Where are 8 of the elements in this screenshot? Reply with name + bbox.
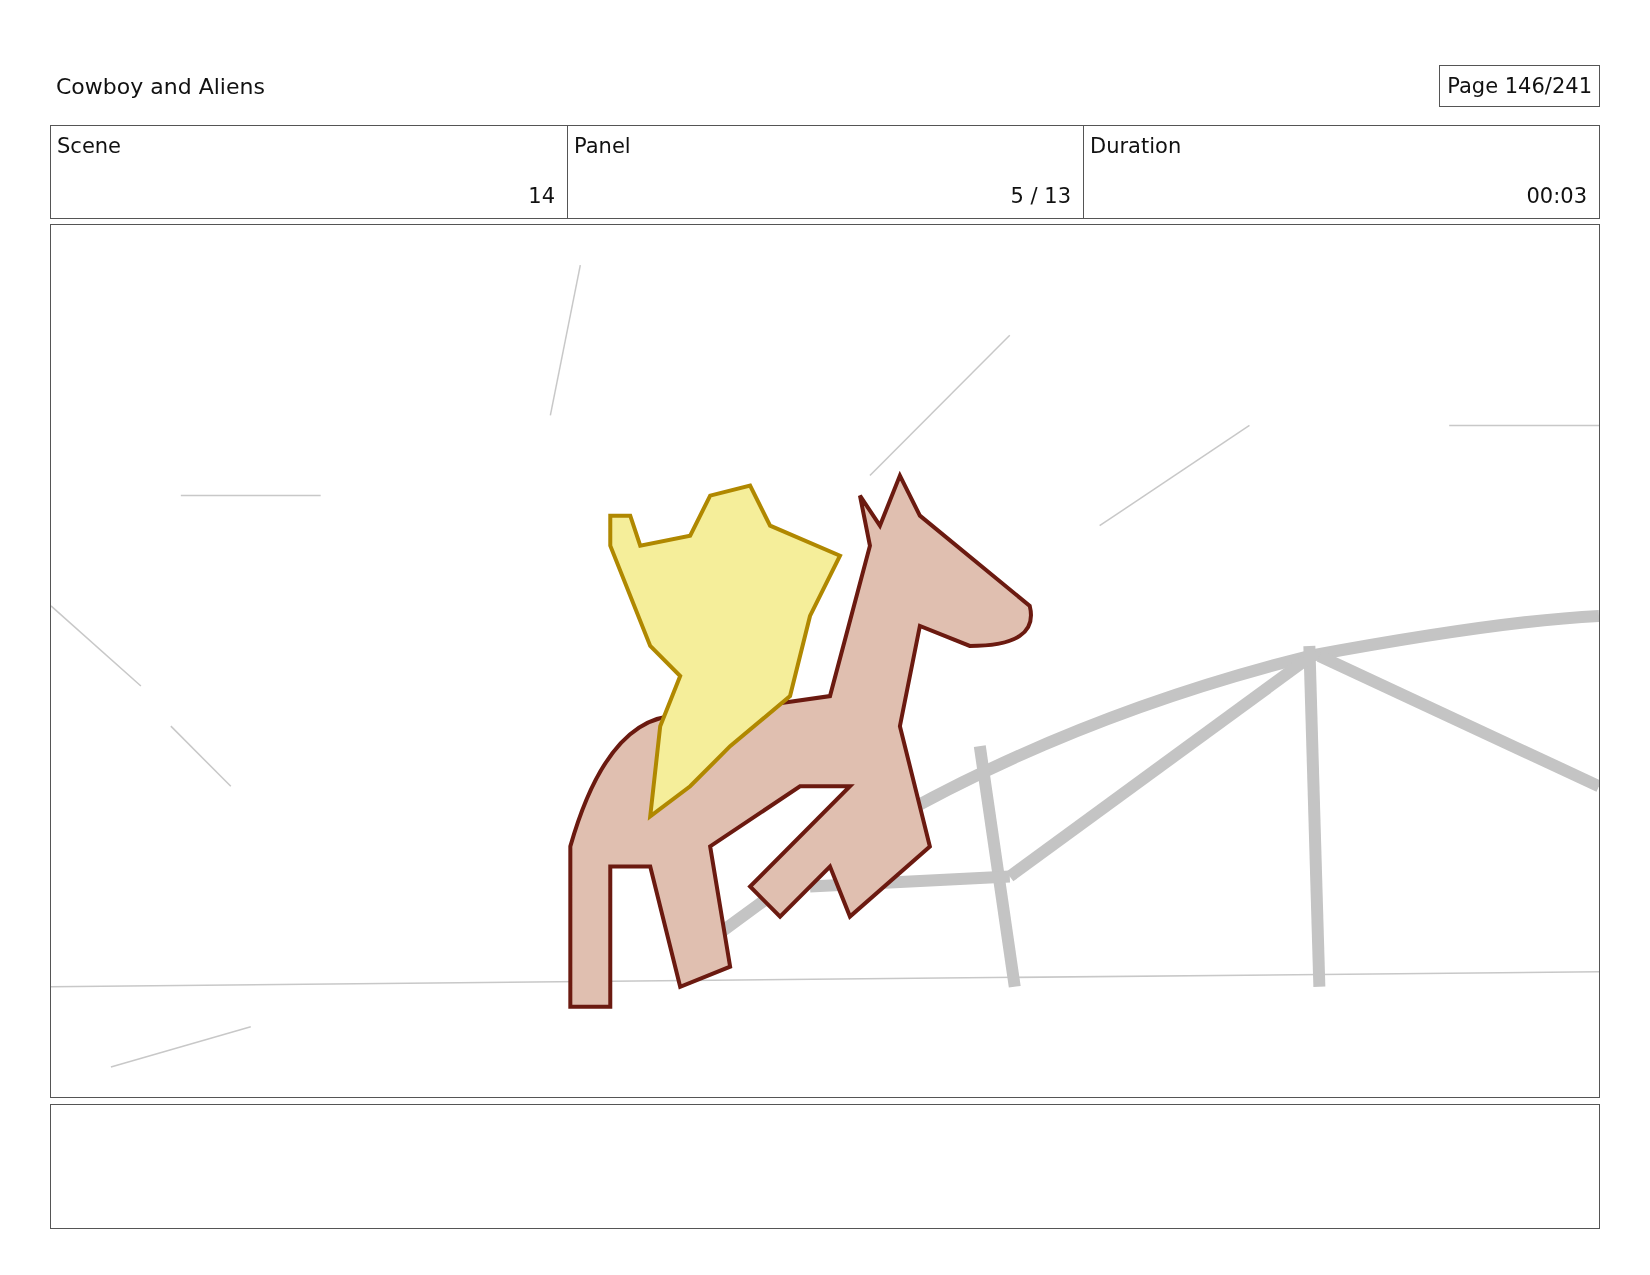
field-label: Duration: [1090, 134, 1182, 158]
storyboard-title: Cowboy and Aliens: [55, 73, 265, 99]
page-number: Page 146/241: [1439, 65, 1600, 107]
field-value: 00:03: [1526, 184, 1587, 208]
field-label: Panel: [574, 134, 631, 158]
field-value: 5 / 13: [1010, 184, 1071, 208]
field-label: Scene: [57, 134, 122, 158]
field-value: 14: [528, 184, 555, 208]
